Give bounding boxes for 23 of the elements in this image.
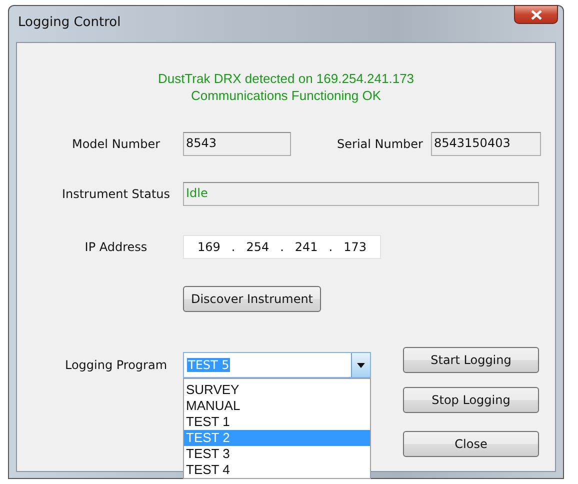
status-message: DustTrak DRX detected on 169.254.241.173 xyxy=(158,70,414,87)
field-label: IP Address xyxy=(84,240,148,254)
field-label: Model Number xyxy=(70,137,162,151)
window-title: Logging Control xyxy=(18,15,121,30)
field-label: Logging Program xyxy=(64,358,168,372)
action-button[interactable]: Start Logging xyxy=(403,347,539,373)
dropdown-option[interactable]: MANUAL xyxy=(184,398,370,414)
ip-address-field[interactable]: 169 . 254 . 241 . 173 xyxy=(183,235,381,259)
serial-number-field[interactable]: 8543150403 xyxy=(431,132,541,156)
status-message: Communications Functioning OK xyxy=(190,87,382,104)
model-number-field[interactable]: 8543 xyxy=(183,132,291,156)
close-icon xyxy=(530,10,542,20)
field-label: Serial Number xyxy=(336,137,423,151)
action-button[interactable]: Stop Logging xyxy=(403,387,539,413)
discover-instrument-button[interactable]: Discover Instrument xyxy=(183,286,321,312)
dropdown-option[interactable]: TEST 1 xyxy=(184,414,370,430)
action-button[interactable]: Close xyxy=(403,431,539,457)
dropdown-option[interactable]: SURVEY xyxy=(184,382,370,398)
dropdown-option[interactable]: TEST 4 xyxy=(184,462,370,478)
caret-icon xyxy=(357,362,365,368)
field-label: Instrument Status xyxy=(60,187,172,201)
dropdown-option[interactable]: TEST 3 xyxy=(184,446,370,462)
close-button[interactable] xyxy=(514,5,558,24)
